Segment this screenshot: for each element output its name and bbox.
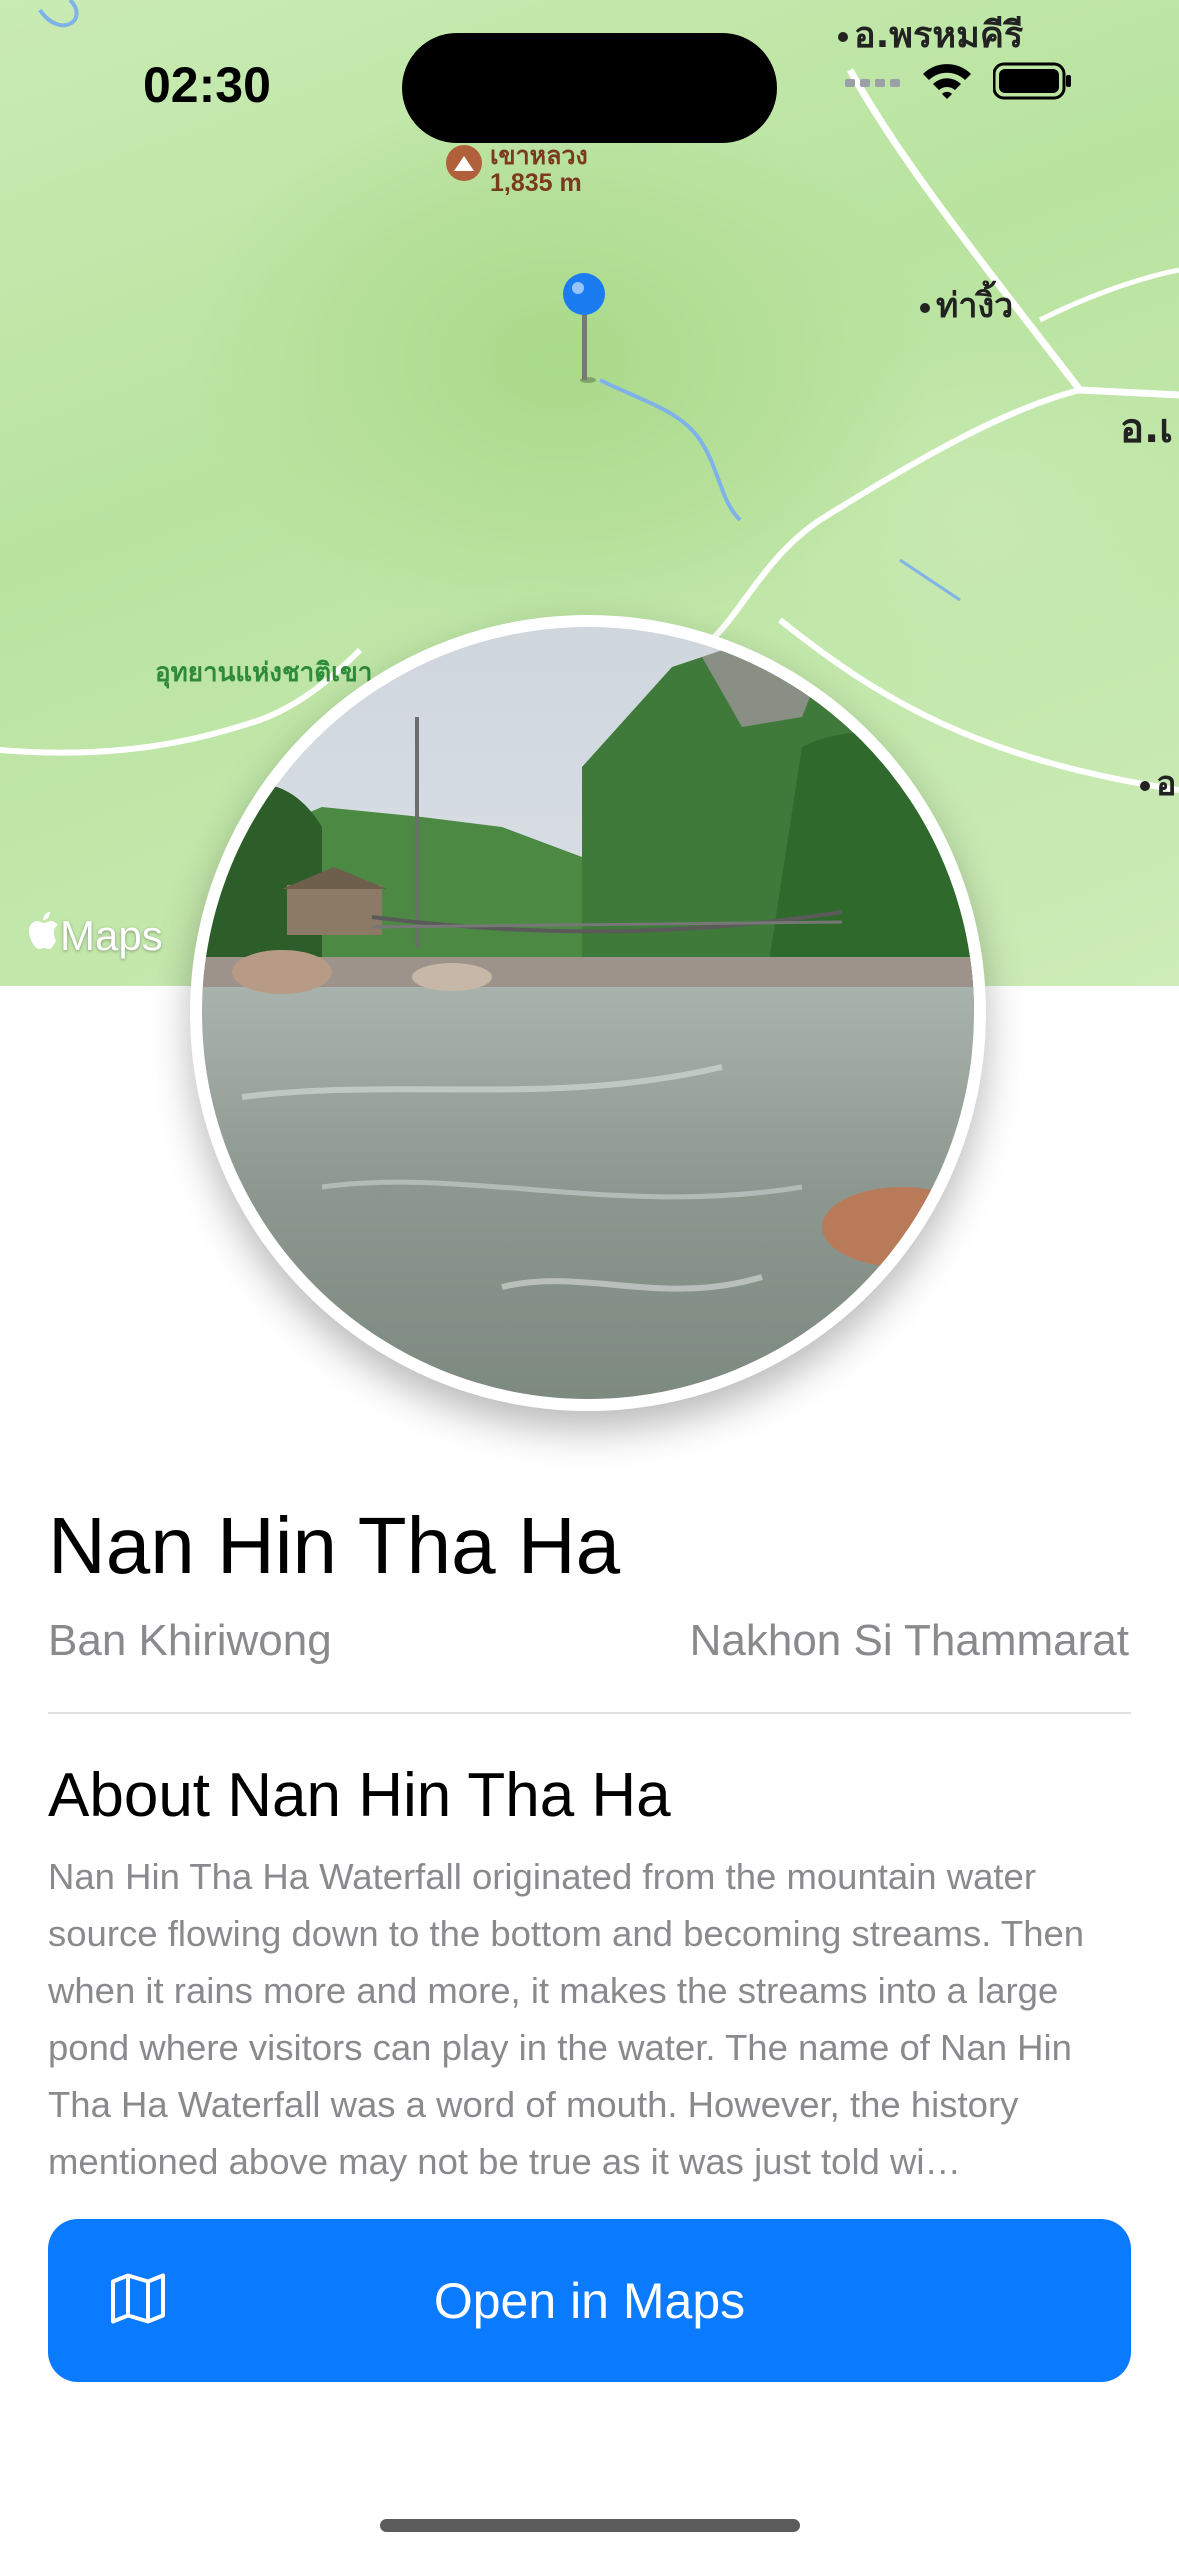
poi-name: เขาหลวง (490, 142, 588, 170)
status-time: 02:30 (143, 57, 271, 113)
maps-attribution-label: Maps (60, 912, 163, 959)
poi-elevation: 1,835 m (490, 169, 582, 197)
page-title: Nan Hin Tha Ha (48, 1501, 621, 1590)
map-poi-khao-luang[interactable]: เขาหลวง 1,835 m (446, 143, 588, 197)
map-icon (110, 2272, 166, 2329)
dynamic-island (402, 33, 777, 143)
maps-attribution[interactable]: Maps (28, 912, 163, 960)
place-photo (202, 627, 974, 1399)
wifi-icon (921, 62, 973, 105)
open-in-maps-label: Open in Maps (433, 2272, 746, 2329)
status-icons (845, 62, 1073, 105)
cellular-signal-icon (845, 74, 901, 93)
home-indicator[interactable] (380, 2519, 800, 2532)
divider (48, 1712, 1131, 1714)
mountain-icon (446, 145, 482, 181)
apple-logo-icon (28, 912, 60, 960)
about-heading: About Nan Hin Tha Ha (48, 1761, 671, 1830)
map-label-district: อ.เ (1120, 406, 1173, 452)
location-pin-icon[interactable] (562, 272, 608, 389)
map-label-tha-ngio: ท่างิ้ว (920, 278, 1013, 332)
map-label-edge: อ (1140, 756, 1176, 810)
place-locality: Ban Khiriwong (48, 1616, 332, 1665)
place-province: Nakhon Si Thammarat (689, 1616, 1129, 1665)
battery-icon (992, 62, 1073, 105)
map-label-national-park: อุทยานแห่งชาติเขา (155, 657, 373, 687)
about-description: Nan Hin Tha Ha Waterfall originated from… (48, 1856, 1085, 2182)
place-photo-frame (190, 615, 986, 1411)
open-in-maps-button[interactable]: Open in Maps (48, 2219, 1131, 2382)
map-label-phrom-khiri: อ.พรหมคีรี (838, 6, 1023, 63)
